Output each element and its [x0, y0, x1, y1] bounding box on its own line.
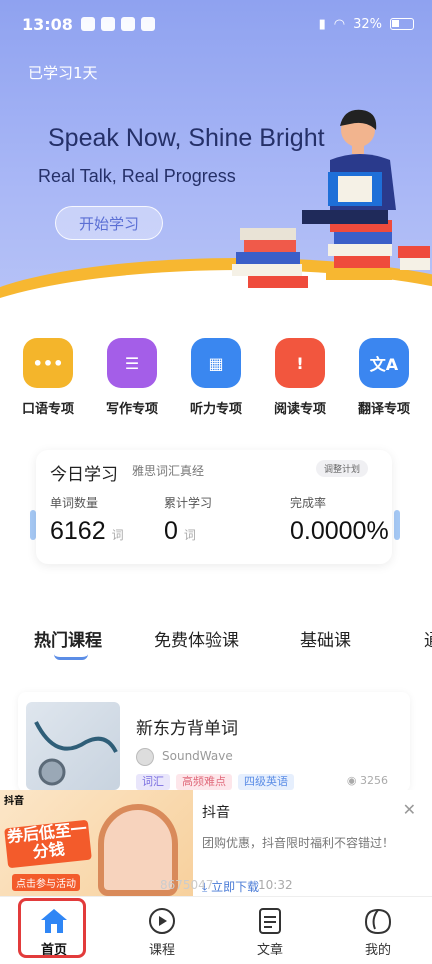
course-tags: 词汇 高频难点 四级英语 — [136, 774, 294, 790]
ad-download-button[interactable]: ⤓ 立即下载 — [202, 878, 259, 895]
category-row: ••• 口语专项 ☰ 写作专项 ▦ 听力专项 ! 阅读专项 文A 翻译专项 — [0, 338, 432, 428]
tab-hot-courses[interactable]: 热门课程 — [34, 626, 102, 651]
status-bar: 13:08 ▮ ◠ 32% — [0, 0, 432, 48]
card-edge-right — [394, 510, 400, 540]
stethoscope-icon — [34, 721, 118, 786]
adjust-plan-button[interactable]: 调整计划 — [315, 460, 368, 477]
ad-description: 团购优惠，抖音限时福利不容错过！ — [202, 836, 395, 850]
category-label: 口语专项 — [21, 402, 74, 417]
stat-value: 6162 词 — [50, 517, 124, 545]
course-thumbnail — [26, 702, 120, 790]
message-icon — [120, 17, 135, 31]
stat-value: 0词 — [164, 517, 196, 545]
vibrate-icon: ▮ — [318, 16, 326, 32]
ad-title: 抖音 — [202, 805, 230, 821]
ad-time: 10:32 — [258, 878, 293, 892]
category-writing[interactable]: ☰ 写作专项 — [92, 338, 172, 428]
stat-label: 完成率 — [290, 496, 327, 510]
nav-label: 首页 — [40, 943, 67, 958]
course-views: ◉ 3256 — [346, 774, 388, 787]
nav-courses[interactable]: 课程 — [108, 897, 216, 964]
start-learning-button[interactable]: 开始学习 — [55, 206, 163, 240]
category-label: 翻译专项 — [357, 402, 410, 417]
bottom-nav: 首页 课程 文章 我的 — [0, 896, 432, 964]
nav-label: 文章 — [256, 943, 283, 958]
category-translation[interactable]: 文A 翻译专项 — [344, 338, 424, 428]
mail-icon — [80, 17, 95, 31]
study-title: 今日学习 — [50, 465, 118, 485]
hero-slogan-sub: Real Talk, Real Progress — [38, 166, 236, 186]
translate-icon: 文A — [359, 338, 409, 388]
category-label: 写作专项 — [105, 402, 158, 417]
course-title: 新东方背单词 — [136, 719, 238, 739]
check-icon — [100, 17, 115, 31]
category-reading[interactable]: ! 阅读专项 — [260, 338, 340, 428]
ad-banner[interactable]: 抖音 券后低至一分钱 点击参与活动 抖音 团购优惠，抖音限时福利不容错过！ 86… — [0, 790, 432, 900]
system-icons: ▮ ◠ 32% — [319, 17, 414, 32]
today-study-card[interactable]: 今日学习 雅思词汇真经 调整计划 单词数量 6162 词 累计学习 0词 完成率 … — [36, 450, 392, 564]
stat-label: 累计学习 — [164, 496, 213, 510]
article-icon — [259, 908, 281, 934]
download-icon: ⤓ — [202, 880, 208, 894]
nav-profile[interactable]: 我的 — [324, 897, 432, 964]
course-tag: 四级英语 — [238, 774, 294, 790]
profile-icon — [364, 908, 392, 935]
category-label: 阅读专项 — [273, 402, 326, 417]
avatar — [136, 748, 154, 766]
stat-label: 单词数量 — [50, 496, 99, 510]
listening-icon: ▦ — [191, 338, 241, 388]
stat-word-count: 单词数量 6162 词 — [50, 494, 124, 546]
category-speaking[interactable]: ••• 口语专项 — [8, 338, 88, 428]
tab-free-trial[interactable]: 免费体验课 — [154, 626, 239, 651]
course-tag: 高频难点 — [176, 774, 232, 790]
stat-completion: 完成率 0.0000% — [290, 494, 389, 546]
reading-icon: ! — [275, 338, 325, 388]
stat-total-learned: 累计学习 0词 — [164, 494, 212, 546]
wifi-icon: ◠ — [333, 16, 346, 32]
tab-basic[interactable]: 基础课 — [300, 626, 351, 651]
course-card[interactable]: 新东方背单词 SoundWave 词汇 高频难点 四级英语 ◉ 3256 — [18, 692, 410, 792]
studied-days: 已学习1天 — [28, 64, 98, 82]
speech-bubble-icon: ••• — [23, 338, 73, 388]
play-icon — [149, 908, 175, 934]
ad-promo-cta: 点击参与活动 — [12, 874, 80, 891]
douyin-logo-icon: 抖音 — [4, 796, 24, 807]
battery-percent: 32% — [353, 16, 382, 32]
course-author: SoundWave — [162, 749, 233, 763]
home-icon — [41, 909, 67, 933]
eye-icon: ◉ — [346, 774, 357, 787]
nav-articles[interactable]: 文章 — [216, 897, 324, 964]
tab-more[interactable]: 通 — [424, 626, 432, 651]
category-listening[interactable]: ▦ 听力专项 — [176, 338, 256, 428]
close-icon[interactable]: ✕ — [403, 800, 416, 819]
course-tag: 词汇 — [136, 774, 170, 790]
stat-value: 0.0000% — [290, 517, 389, 545]
category-label: 听力专项 — [189, 402, 242, 417]
notification-icons — [80, 17, 155, 31]
wechat-icon — [140, 17, 155, 31]
nav-home[interactable]: 首页 — [0, 897, 108, 964]
status-time: 13:08 — [22, 14, 73, 34]
nav-label: 我的 — [364, 943, 391, 958]
nav-label: 课程 — [148, 943, 175, 958]
ad-promo-text: 券后低至一分钱 — [4, 819, 92, 869]
reading-person-illustration — [232, 109, 430, 288]
writing-icon: ☰ — [107, 338, 157, 388]
study-book: 雅思词汇真经 — [132, 464, 205, 478]
tab-indicator — [54, 654, 88, 660]
battery-icon — [390, 18, 414, 30]
